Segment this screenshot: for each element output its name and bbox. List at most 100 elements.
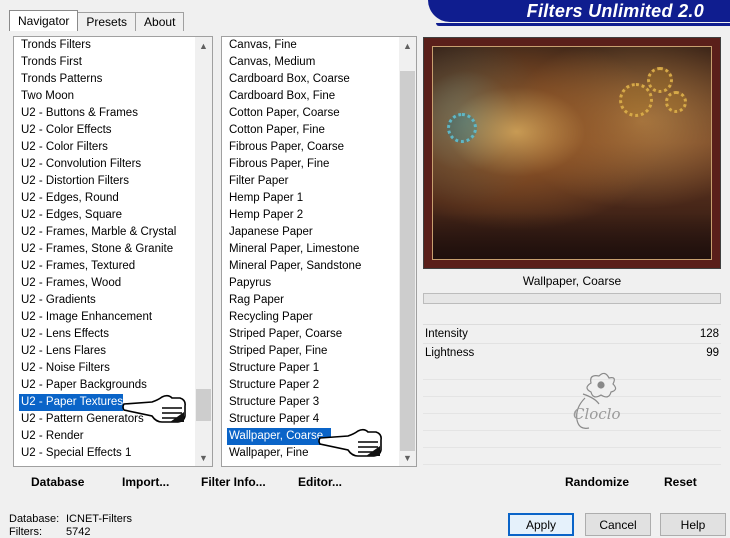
- list-item[interactable]: U2 - Edges, Round: [14, 190, 195, 207]
- list-toolbar: Database Import... Filter Info... Editor…: [13, 468, 417, 496]
- watermark-text: Cloclo: [573, 405, 621, 423]
- tab-navigator[interactable]: Navigator: [9, 10, 79, 31]
- list-item[interactable]: Mineral Paper, Sandstone: [222, 258, 399, 275]
- chevron-down-icon[interactable]: ▼: [195, 449, 212, 466]
- list-item[interactable]: Structure Paper 3: [222, 394, 399, 411]
- cancel-button[interactable]: Cancel: [585, 513, 651, 536]
- database-value: ICNET-Filters: [66, 513, 132, 525]
- list-item[interactable]: U2 - Frames, Wood: [14, 275, 195, 292]
- list-item[interactable]: Canvas, Fine: [222, 37, 399, 54]
- filter-items: Canvas, Fine Canvas, Medium Cardboard Box,…: [222, 37, 399, 462]
- param-lightness[interactable]: Lightness 99: [423, 344, 721, 362]
- list-item[interactable]: U2 - Render: [14, 428, 195, 445]
- filters-count-value: 5742: [66, 526, 91, 538]
- list-item[interactable]: Rag Paper: [222, 292, 399, 309]
- list-item[interactable]: Hemp Paper 2: [222, 207, 399, 224]
- gear-icon: [447, 113, 477, 143]
- chevron-down-icon[interactable]: ▼: [399, 449, 416, 466]
- gear-icon: [665, 91, 687, 113]
- preset-toolbar: Randomize Reset: [423, 468, 721, 496]
- list-item[interactable]: Wallpaper, Coarse: [227, 428, 331, 445]
- list-item[interactable]: Canvas, Medium: [222, 54, 399, 71]
- cloclo-watermark-logo: [576, 372, 617, 429]
- chevron-up-icon[interactable]: ▲: [195, 37, 212, 54]
- preview-artwork: [432, 46, 712, 260]
- pointing-hand-icon: [318, 428, 382, 457]
- database-label: Database:: [9, 513, 60, 525]
- list-item[interactable]: U2 - Paper Textures: [19, 394, 123, 411]
- gear-icon: [647, 67, 673, 93]
- param-intensity[interactable]: Intensity 128: [423, 325, 721, 343]
- list-item[interactable]: U2 - Color Effects: [14, 122, 195, 139]
- list-item[interactable]: Tronds First: [14, 54, 195, 71]
- list-item[interactable]: Cotton Paper, Coarse: [222, 105, 399, 122]
- editor-button[interactable]: Editor...: [298, 475, 342, 489]
- list-item[interactable]: U2 - Frames, Marble & Crystal: [14, 224, 195, 241]
- preview-floor: [433, 213, 711, 259]
- brand-banner: Filters Unlimited 2.0: [428, 0, 730, 22]
- param-value: 128: [699, 328, 719, 340]
- filter-scrollbar[interactable]: ▲ ▼: [399, 37, 416, 466]
- list-item[interactable]: U2 - Gradients: [14, 292, 195, 309]
- param-label: Lightness: [425, 347, 475, 359]
- list-item[interactable]: Striped Paper, Fine: [222, 343, 399, 360]
- tab-bar: Navigator Presets About: [9, 10, 185, 31]
- list-item[interactable]: U2 - Color Filters: [14, 139, 195, 156]
- apply-button[interactable]: Apply: [508, 513, 574, 536]
- param-label: Intensity: [425, 328, 468, 340]
- list-item[interactable]: U2 - Convolution Filters: [14, 156, 195, 173]
- list-item[interactable]: Tronds Patterns: [14, 71, 195, 88]
- filters-count-label: Filters:: [9, 526, 42, 538]
- import-button[interactable]: Import...: [122, 475, 169, 489]
- randomize-button[interactable]: Randomize: [565, 475, 629, 489]
- filter-scroll-thumb[interactable]: [400, 71, 415, 451]
- list-item[interactable]: Fibrous Paper, Coarse: [222, 139, 399, 156]
- list-item[interactable]: Mineral Paper, Limestone: [222, 241, 399, 258]
- tab-about[interactable]: About: [135, 12, 185, 31]
- list-item[interactable]: U2 - Noise Filters: [14, 360, 195, 377]
- param-value: 99: [706, 347, 719, 359]
- list-item[interactable]: Hemp Paper 1: [222, 190, 399, 207]
- list-item[interactable]: U2 - Frames, Textured: [14, 258, 195, 275]
- list-item[interactable]: Cardboard Box, Fine: [222, 88, 399, 105]
- list-item[interactable]: Cardboard Box, Coarse: [222, 71, 399, 88]
- list-item[interactable]: Filter Paper: [222, 173, 399, 190]
- list-item[interactable]: U2 - Lens Effects: [14, 326, 195, 343]
- filter-info-button[interactable]: Filter Info...: [201, 475, 266, 489]
- category-scroll-thumb[interactable]: [196, 389, 211, 421]
- list-item[interactable]: U2 - Distortion Filters: [14, 173, 195, 190]
- reset-button[interactable]: Reset: [664, 475, 697, 489]
- help-button[interactable]: Help: [660, 513, 726, 536]
- preview-caption: Wallpaper, Coarse: [522, 274, 622, 288]
- list-item[interactable]: Structure Paper 1: [222, 360, 399, 377]
- progress-bar: [423, 293, 721, 304]
- list-item[interactable]: U2 - Edges, Square: [14, 207, 195, 224]
- list-item[interactable]: Tronds Filters: [14, 37, 195, 54]
- brand-title: Filters Unlimited 2.0: [526, 0, 704, 21]
- pointing-hand-icon: [122, 394, 186, 423]
- list-item[interactable]: U2 - Frames, Stone & Granite: [14, 241, 195, 258]
- list-item[interactable]: U2 - Buttons & Frames: [14, 105, 195, 122]
- category-scrollbar[interactable]: ▲ ▼: [195, 37, 212, 466]
- list-item[interactable]: Japanese Paper: [222, 224, 399, 241]
- list-item[interactable]: Recycling Paper: [222, 309, 399, 326]
- list-item[interactable]: U2 - Special Effects 1: [14, 445, 195, 462]
- list-item[interactable]: Structure Paper 2: [222, 377, 399, 394]
- list-item[interactable]: Cotton Paper, Fine: [222, 122, 399, 139]
- list-item[interactable]: Structure Paper 4: [222, 411, 399, 428]
- gear-icon: [619, 83, 653, 117]
- database-info: Database: ICNET-Filters Filters: 5742: [9, 513, 132, 538]
- list-item[interactable]: U2 - Lens Flares: [14, 343, 195, 360]
- tab-presets[interactable]: Presets: [77, 12, 137, 31]
- database-button[interactable]: Database: [31, 475, 84, 489]
- brand-underline: [436, 23, 730, 26]
- filters-unlimited-window: Navigator Presets About Filters Unlimite…: [0, 0, 730, 538]
- list-item[interactable]: Fibrous Paper, Fine: [222, 156, 399, 173]
- list-item[interactable]: U2 - Image Enhancement: [14, 309, 195, 326]
- list-item[interactable]: Striped Paper, Coarse: [222, 326, 399, 343]
- list-item[interactable]: U2 - Paper Backgrounds: [14, 377, 195, 394]
- list-item[interactable]: Two Moon: [14, 88, 195, 105]
- chevron-up-icon[interactable]: ▲: [399, 37, 416, 54]
- filter-list[interactable]: Canvas, Fine Canvas, Medium Cardboard Box,…: [221, 36, 417, 467]
- list-item[interactable]: Papyrus: [222, 275, 399, 292]
